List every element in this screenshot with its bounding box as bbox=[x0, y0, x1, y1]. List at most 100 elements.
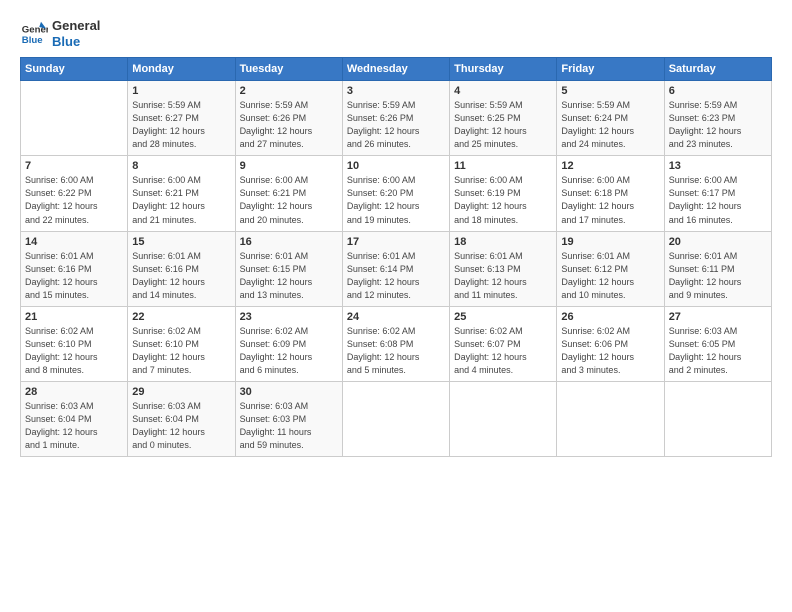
calendar-cell: 20 Sunrise: 6:01 AM Sunset: 6:11 PM Dayli… bbox=[664, 231, 771, 306]
header-cell-saturday: Saturday bbox=[664, 58, 771, 81]
calendar-cell: 5 Sunrise: 5:59 AM Sunset: 6:24 PM Daylig… bbox=[557, 81, 664, 156]
day-number: 19 bbox=[561, 236, 659, 248]
calendar-cell bbox=[21, 81, 128, 156]
calendar-cell: 30 Sunrise: 6:03 AM Sunset: 6:03 PM Dayli… bbox=[235, 381, 342, 456]
calendar-cell: 23Sunrise: 6:02 AM Sunset: 6:09 PM Dayli… bbox=[235, 306, 342, 381]
day-number: 30 bbox=[240, 386, 338, 398]
calendar-cell: 16Sunrise: 6:01 AM Sunset: 6:15 PM Dayli… bbox=[235, 231, 342, 306]
calendar-cell bbox=[450, 381, 557, 456]
day-number: 7 bbox=[25, 160, 123, 172]
day-detail: Sunrise: 6:02 AM Sunset: 6:09 PM Dayligh… bbox=[240, 325, 338, 377]
calendar-week-1: 7 Sunrise: 6:00 AM Sunset: 6:22 PM Daylig… bbox=[21, 156, 772, 231]
day-number: 21 bbox=[25, 311, 123, 323]
header-cell-tuesday: Tuesday bbox=[235, 58, 342, 81]
day-detail: Sunrise: 6:00 AM Sunset: 6:21 PM Dayligh… bbox=[132, 174, 230, 226]
day-number: 5 bbox=[561, 85, 659, 97]
calendar-cell: 12Sunrise: 6:00 AM Sunset: 6:18 PM Dayli… bbox=[557, 156, 664, 231]
day-number: 11 bbox=[454, 160, 552, 172]
day-detail: Sunrise: 6:03 AM Sunset: 6:04 PM Dayligh… bbox=[25, 400, 123, 452]
calendar-cell: 14Sunrise: 6:01 AM Sunset: 6:16 PM Dayli… bbox=[21, 231, 128, 306]
day-detail: Sunrise: 6:01 AM Sunset: 6:13 PM Dayligh… bbox=[454, 250, 552, 302]
page: General Blue GeneralBlue SundayMondayTue… bbox=[0, 0, 792, 612]
calendar-header-row: SundayMondayTuesdayWednesdayThursdayFrid… bbox=[21, 58, 772, 81]
day-number: 8 bbox=[132, 160, 230, 172]
day-detail: Sunrise: 5:59 AM Sunset: 6:27 PM Dayligh… bbox=[132, 99, 230, 151]
day-detail: Sunrise: 6:01 AM Sunset: 6:11 PM Dayligh… bbox=[669, 250, 767, 302]
logo-text: GeneralBlue bbox=[52, 18, 100, 49]
day-detail: Sunrise: 6:03 AM Sunset: 6:04 PM Dayligh… bbox=[132, 400, 230, 452]
day-number: 28 bbox=[25, 386, 123, 398]
day-number: 26 bbox=[561, 311, 659, 323]
day-detail: Sunrise: 5:59 AM Sunset: 6:26 PM Dayligh… bbox=[347, 99, 445, 151]
header: General Blue GeneralBlue bbox=[20, 18, 772, 49]
header-cell-monday: Monday bbox=[128, 58, 235, 81]
calendar-cell: 27 Sunrise: 6:03 AM Sunset: 6:05 PM Dayli… bbox=[664, 306, 771, 381]
day-detail: Sunrise: 6:01 AM Sunset: 6:12 PM Dayligh… bbox=[561, 250, 659, 302]
calendar-body: 1 Sunrise: 5:59 AM Sunset: 6:27 PM Daylig… bbox=[21, 81, 772, 457]
day-number: 18 bbox=[454, 236, 552, 248]
day-number: 13 bbox=[669, 160, 767, 172]
day-number: 6 bbox=[669, 85, 767, 97]
day-detail: Sunrise: 6:01 AM Sunset: 6:16 PM Dayligh… bbox=[132, 250, 230, 302]
calendar-week-2: 14 Sunrise: 6:01 AM Sunset: 6:16 PM Dayli… bbox=[21, 231, 772, 306]
calendar-cell: 18 Sunrise: 6:01 AM Sunset: 6:13 PM Dayli… bbox=[450, 231, 557, 306]
calendar-week-4: 28 Sunrise: 6:03 AM Sunset: 6:04 PM Dayli… bbox=[21, 381, 772, 456]
day-detail: Sunrise: 6:02 AM Sunset: 6:10 PM Dayligh… bbox=[25, 325, 123, 377]
day-number: 24 bbox=[347, 311, 445, 323]
day-number: 15 bbox=[132, 236, 230, 248]
day-number: 29 bbox=[132, 386, 230, 398]
calendar-cell: 22Sunrise: 6:02 AM Sunset: 6:10 PM Dayli… bbox=[128, 306, 235, 381]
day-detail: Sunrise: 6:00 AM Sunset: 6:19 PM Dayligh… bbox=[454, 174, 552, 226]
calendar-cell: 10 Sunrise: 6:00 AM Sunset: 6:20 PM Dayli… bbox=[342, 156, 449, 231]
day-number: 20 bbox=[669, 236, 767, 248]
calendar-cell: 3Sunrise: 5:59 AM Sunset: 6:26 PM Daylig… bbox=[342, 81, 449, 156]
logo-icon: General Blue bbox=[20, 20, 48, 48]
header-cell-friday: Friday bbox=[557, 58, 664, 81]
calendar-week-0: 1 Sunrise: 5:59 AM Sunset: 6:27 PM Daylig… bbox=[21, 81, 772, 156]
day-number: 1 bbox=[132, 85, 230, 97]
svg-text:Blue: Blue bbox=[22, 34, 43, 45]
day-number: 27 bbox=[669, 311, 767, 323]
day-number: 4 bbox=[454, 85, 552, 97]
day-detail: Sunrise: 6:03 AM Sunset: 6:03 PM Dayligh… bbox=[240, 400, 338, 452]
calendar-cell: 19 Sunrise: 6:01 AM Sunset: 6:12 PM Dayli… bbox=[557, 231, 664, 306]
calendar-cell: 17Sunrise: 6:01 AM Sunset: 6:14 PM Dayli… bbox=[342, 231, 449, 306]
day-detail: Sunrise: 6:03 AM Sunset: 6:05 PM Dayligh… bbox=[669, 325, 767, 377]
day-detail: Sunrise: 6:00 AM Sunset: 6:22 PM Dayligh… bbox=[25, 174, 123, 226]
calendar-table: SundayMondayTuesdayWednesdayThursdayFrid… bbox=[20, 57, 772, 457]
day-number: 16 bbox=[240, 236, 338, 248]
logo: General Blue GeneralBlue bbox=[20, 18, 100, 49]
day-number: 14 bbox=[25, 236, 123, 248]
day-detail: Sunrise: 5:59 AM Sunset: 6:24 PM Dayligh… bbox=[561, 99, 659, 151]
calendar-cell bbox=[664, 381, 771, 456]
calendar-cell: 9 Sunrise: 6:00 AM Sunset: 6:21 PM Daylig… bbox=[235, 156, 342, 231]
calendar-cell: 21 Sunrise: 6:02 AM Sunset: 6:10 PM Dayli… bbox=[21, 306, 128, 381]
calendar-cell bbox=[342, 381, 449, 456]
day-number: 2 bbox=[240, 85, 338, 97]
calendar-cell: 7 Sunrise: 6:00 AM Sunset: 6:22 PM Daylig… bbox=[21, 156, 128, 231]
calendar-cell: 29 Sunrise: 6:03 AM Sunset: 6:04 PM Dayli… bbox=[128, 381, 235, 456]
calendar-cell: 1 Sunrise: 5:59 AM Sunset: 6:27 PM Daylig… bbox=[128, 81, 235, 156]
calendar-cell: 15 Sunrise: 6:01 AM Sunset: 6:16 PM Dayli… bbox=[128, 231, 235, 306]
calendar-cell: 11 Sunrise: 6:00 AM Sunset: 6:19 PM Dayli… bbox=[450, 156, 557, 231]
calendar-cell: 24 Sunrise: 6:02 AM Sunset: 6:08 PM Dayli… bbox=[342, 306, 449, 381]
day-number: 9 bbox=[240, 160, 338, 172]
calendar-cell: 28 Sunrise: 6:03 AM Sunset: 6:04 PM Dayli… bbox=[21, 381, 128, 456]
day-detail: Sunrise: 5:59 AM Sunset: 6:23 PM Dayligh… bbox=[669, 99, 767, 151]
header-cell-thursday: Thursday bbox=[450, 58, 557, 81]
calendar-cell: 8 Sunrise: 6:00 AM Sunset: 6:21 PM Daylig… bbox=[128, 156, 235, 231]
day-detail: Sunrise: 6:00 AM Sunset: 6:18 PM Dayligh… bbox=[561, 174, 659, 226]
day-detail: Sunrise: 5:59 AM Sunset: 6:25 PM Dayligh… bbox=[454, 99, 552, 151]
day-detail: Sunrise: 6:00 AM Sunset: 6:20 PM Dayligh… bbox=[347, 174, 445, 226]
calendar-cell bbox=[557, 381, 664, 456]
day-detail: Sunrise: 6:00 AM Sunset: 6:21 PM Dayligh… bbox=[240, 174, 338, 226]
calendar-cell: 6 Sunrise: 5:59 AM Sunset: 6:23 PM Daylig… bbox=[664, 81, 771, 156]
day-detail: Sunrise: 5:59 AM Sunset: 6:26 PM Dayligh… bbox=[240, 99, 338, 151]
day-number: 10 bbox=[347, 160, 445, 172]
day-detail: Sunrise: 6:00 AM Sunset: 6:17 PM Dayligh… bbox=[669, 174, 767, 226]
day-number: 22 bbox=[132, 311, 230, 323]
header-cell-wednesday: Wednesday bbox=[342, 58, 449, 81]
day-detail: Sunrise: 6:02 AM Sunset: 6:08 PM Dayligh… bbox=[347, 325, 445, 377]
calendar-week-3: 21 Sunrise: 6:02 AM Sunset: 6:10 PM Dayli… bbox=[21, 306, 772, 381]
day-detail: Sunrise: 6:02 AM Sunset: 6:07 PM Dayligh… bbox=[454, 325, 552, 377]
